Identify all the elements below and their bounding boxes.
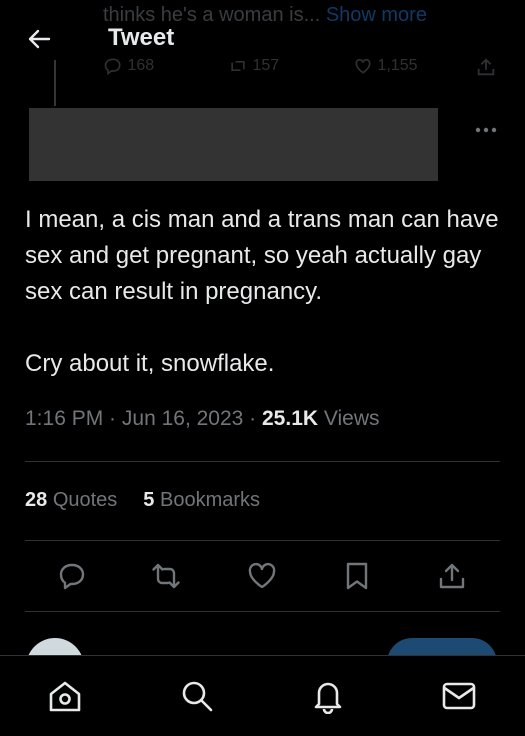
previous-retweet-count: 157: [228, 56, 279, 76]
tweet-text: I mean, a cis man and a trans man can ha…: [25, 202, 505, 382]
tweet-stats: 28 Quotes 5 Bookmarks: [25, 489, 260, 512]
views-count: 25.1K: [262, 407, 319, 430]
like-icon: [355, 58, 371, 74]
search-icon: [182, 681, 213, 712]
share-icon: [477, 58, 495, 76]
bookmark-button[interactable]: [341, 560, 373, 592]
previous-tweet-actions: 168 157 1,155: [103, 54, 498, 78]
previous-share: [475, 56, 497, 83]
tweet-time[interactable]: 1:16 PM: [25, 407, 103, 430]
share-icon: [439, 563, 465, 589]
nav-search[interactable]: [179, 678, 215, 714]
quotes-label: Quotes: [52, 489, 118, 511]
quotes-count: 28: [25, 489, 48, 511]
nav-messages[interactable]: [441, 678, 477, 714]
show-more-link[interactable]: Show more: [326, 4, 427, 26]
arrow-left-icon: [28, 29, 51, 49]
bookmarks-count: 5: [143, 489, 155, 511]
views-label: Views: [323, 407, 380, 430]
reply-icon: [104, 58, 121, 76]
more-dots-icon: [475, 127, 497, 133]
tweet-paragraph-2: Cry about it, snowflake.: [25, 350, 275, 377]
previous-reply-count: 168: [103, 56, 154, 76]
reply-icon: [59, 563, 85, 590]
divider: [25, 540, 500, 541]
home-icon: [49, 681, 81, 712]
previous-like-count: 1,155: [353, 56, 418, 76]
bookmarks-label: Bookmarks: [159, 489, 261, 511]
tweet-meta: 1:16 PM · Jun 16, 2023 · 25.1K Views: [25, 407, 380, 430]
like-icon: [248, 562, 276, 589]
more-options-button[interactable]: [472, 120, 500, 140]
nav-home[interactable]: [47, 678, 83, 714]
nav-notifications[interactable]: [310, 678, 346, 715]
like-button[interactable]: [246, 560, 278, 592]
redacted-author-block: [29, 108, 438, 181]
notifications-icon: [314, 682, 342, 715]
retweet-icon: [152, 563, 180, 589]
thread-connector-line: [54, 60, 56, 106]
share-button[interactable]: [436, 560, 468, 592]
tweet-date[interactable]: Jun 16, 2023: [122, 407, 243, 430]
previous-tweet-body: thinks he's a woman is...: [103, 4, 321, 26]
bookmark-icon: [346, 562, 368, 590]
divider: [25, 611, 500, 612]
tweet-paragraph-1: I mean, a cis man and a trans man can ha…: [25, 206, 499, 305]
reply-button[interactable]: [56, 560, 88, 592]
messages-icon: [442, 682, 476, 710]
back-button[interactable]: [26, 26, 52, 52]
retweet-icon: [231, 61, 245, 71]
bottom-navigation: [0, 655, 525, 736]
bookmarks-link[interactable]: 5 Bookmarks: [143, 489, 260, 511]
page-title: Tweet: [108, 24, 175, 51]
divider: [25, 461, 500, 462]
retweet-button[interactable]: [150, 560, 182, 592]
quotes-link[interactable]: 28 Quotes: [25, 489, 117, 511]
